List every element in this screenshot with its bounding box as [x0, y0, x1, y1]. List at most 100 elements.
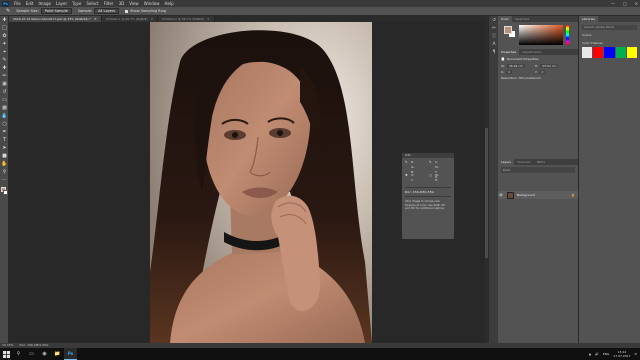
width-field[interactable]: W: 36,99 cm: [501, 64, 531, 68]
gradient-tool-icon[interactable]: ▩: [0, 104, 9, 112]
layer-thumbnail: [507, 191, 514, 199]
menu-window[interactable]: Window: [144, 0, 160, 7]
color-picker-field[interactable]: [519, 25, 563, 45]
foreground-color-swatch[interactable]: [504, 26, 512, 34]
show-ring-label: Show Sampling Ring: [130, 9, 167, 13]
tab-color[interactable]: Color: [498, 16, 512, 22]
layers-panel-tabs: Layers Channels Paths: [498, 159, 578, 165]
menu-type[interactable]: Type: [72, 0, 81, 7]
layers-panel: Layers Channels Paths Kind 👁 Background …: [498, 159, 578, 343]
crop-tool-icon[interactable]: ⌖: [0, 48, 9, 56]
tab-adjustments[interactable]: Adjustments: [519, 50, 544, 54]
menu-view[interactable]: View: [129, 0, 139, 7]
notification-icon[interactable]: ✉: [634, 352, 637, 356]
task-view-icon[interactable]: ▭: [25, 348, 38, 360]
menu-3d[interactable]: 3D: [119, 0, 125, 7]
windows-start-icon[interactable]: [0, 348, 12, 360]
search-icon[interactable]: ⚲: [12, 348, 25, 360]
language-indicator[interactable]: ENG: [603, 352, 609, 356]
stamp-tool-icon[interactable]: ▣: [0, 80, 9, 88]
properties-title: 📄 Document Properties: [501, 57, 539, 61]
libraries-panel-tabs: Libraries: [579, 16, 640, 22]
menu-select[interactable]: Select: [86, 0, 98, 7]
eyedropper-icon[interactable]: ✎: [6, 8, 10, 14]
brush-tool-icon[interactable]: ✏: [0, 72, 9, 80]
tab-paths[interactable]: Paths: [534, 160, 548, 164]
menu-filter[interactable]: Filter: [104, 0, 114, 7]
info-doc-size: Doc: 156.2M/1.55G: [405, 189, 434, 194]
hue-slider[interactable]: [566, 25, 569, 45]
menu-help[interactable]: Help: [164, 0, 173, 7]
color-panel: Color Swatches: [498, 16, 578, 48]
type-tool-icon[interactable]: T: [0, 136, 9, 144]
library-swatches: [579, 46, 640, 59]
tab-properties[interactable]: Properties: [498, 49, 520, 55]
menu-file[interactable]: File: [14, 0, 21, 7]
background-swatch[interactable]: [3, 190, 8, 195]
tab-libraries[interactable]: Libraries: [579, 16, 598, 22]
lasso-tool-icon[interactable]: ✿: [0, 32, 9, 40]
document-canvas[interactable]: [150, 22, 372, 343]
more-tools-icon[interactable]: ⋯: [0, 176, 9, 184]
healing-tool-icon[interactable]: ✚: [0, 64, 9, 72]
library-swatch[interactable]: [593, 47, 604, 58]
close-icon[interactable]: ✕: [635, 0, 638, 7]
shape-tool-icon[interactable]: ■: [0, 152, 9, 160]
sample-select[interactable]: All Layers: [94, 8, 120, 14]
eyedropper-tool-icon[interactable]: ✎: [0, 56, 9, 64]
x-field[interactable]: X: 0: [501, 70, 531, 74]
path-select-tool-icon[interactable]: ➤: [0, 144, 9, 152]
library-swatch[interactable]: [615, 47, 626, 58]
height-field[interactable]: H: 55,52 cm: [535, 64, 565, 68]
properties-panel: Properties Adjustments 📄 Document Proper…: [498, 49, 578, 159]
network-icon[interactable]: ▲: [589, 352, 591, 356]
marquee-tool-icon[interactable]: □: [0, 24, 9, 32]
info-rgb: ✎ R: G: B:: [405, 160, 415, 174]
menu-edit[interactable]: Edit: [26, 0, 34, 7]
eraser-tool-icon[interactable]: ▭: [0, 96, 9, 104]
show-ring-checkbox[interactable]: [125, 9, 129, 13]
hand-tool-icon[interactable]: ✋: [0, 160, 9, 168]
dodge-tool-icon[interactable]: ○: [0, 120, 9, 128]
menu-layer[interactable]: Layer: [56, 0, 67, 7]
sample-size-select[interactable]: Point Sample: [40, 8, 72, 14]
library-swatch[interactable]: [582, 47, 593, 58]
tab-layers[interactable]: Layers: [498, 159, 514, 165]
library-swatch[interactable]: [604, 47, 615, 58]
lock-icon[interactable]: 🔒: [571, 193, 575, 197]
move-tool-icon[interactable]: ✚: [0, 16, 9, 24]
menu-image[interactable]: Image: [38, 0, 51, 7]
y-field[interactable]: Y: 0: [535, 70, 565, 74]
volume-icon[interactable]: 🔊: [595, 352, 599, 356]
blur-tool-icon[interactable]: 💧: [0, 112, 9, 120]
clock[interactable]: 13:24 17.07.2017: [613, 350, 630, 358]
file-explorer-icon[interactable]: 📁: [51, 348, 64, 360]
portrait-photo: [150, 22, 372, 343]
library-swatch[interactable]: [626, 47, 638, 58]
rect-select-icon: □: [429, 173, 432, 177]
maximize-icon[interactable]: □: [623, 0, 627, 7]
pen-tool-icon[interactable]: ✒: [0, 128, 9, 136]
system-tray: ▲ 🔊 ENG 13:24 17.07.2017 ✉: [589, 348, 637, 360]
quick-select-tool-icon[interactable]: ✦: [0, 40, 9, 48]
color-panel-tabs: Color Swatches: [498, 16, 578, 22]
chrome-icon[interactable]: ◉: [38, 348, 51, 360]
resolution-text: Resolution: 300 pixels/inch: [501, 76, 542, 80]
colors-section-label: Colors: [582, 33, 592, 37]
layer-name[interactable]: Background: [517, 193, 535, 197]
photoshop-taskbar-icon[interactable]: Ps: [64, 348, 77, 360]
layer-row[interactable]: 👁 Background 🔒: [498, 191, 578, 199]
eye-icon[interactable]: 👁: [498, 193, 504, 197]
zoom-tool-icon[interactable]: ⚲: [0, 168, 9, 176]
info-panel[interactable]: Info ✎ R: G: B: ✎ C: M: Y: K: ✚ X: Y: □ …: [401, 152, 455, 240]
tools-panel: ✚ □ ✿ ✦ ⌖ ✎ ✚ ✏ ▣ ↺ ▭ ▩ 💧 ○ ✒ T ➤ ■ ✋ ⚲ …: [0, 16, 9, 343]
tab-channels[interactable]: Channels: [514, 160, 534, 164]
minimize-icon[interactable]: —: [611, 0, 615, 7]
window-controls: — □ ✕: [611, 0, 638, 7]
history-brush-tool-icon[interactable]: ↺: [0, 88, 9, 96]
layer-filter-select[interactable]: Kind: [501, 167, 575, 173]
eyedropper-icon: ✎: [405, 160, 408, 164]
fg-bg-color-swatches[interactable]: [0, 186, 9, 198]
tab-swatches[interactable]: Swatches: [512, 17, 532, 21]
options-bar: ✎ Sample Size: Point Sample Sample: All La…: [0, 7, 640, 16]
